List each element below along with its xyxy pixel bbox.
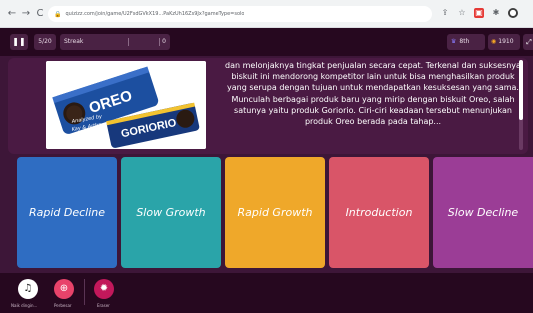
option-label: Slow Growth	[136, 206, 206, 219]
crown-icon: ♛	[451, 38, 457, 45]
address-bar[interactable]: 🔒 quizizz.com/join/game/U2FsdGVkX19...Pa…	[48, 6, 432, 22]
option-1[interactable]: Rapid Decline	[17, 157, 117, 268]
streak-bar: Streak 0	[60, 34, 170, 50]
fullscreen-button[interactable]: ⤢	[523, 34, 533, 50]
back-button[interactable]: ←	[6, 7, 18, 21]
option-2[interactable]: Slow Growth	[121, 157, 221, 268]
pause-button[interactable]: ❚❚	[10, 34, 28, 50]
option-3[interactable]: Rapid Growth	[225, 157, 325, 268]
music-label: Naik dingin...	[11, 303, 38, 308]
puzzle-icon[interactable]: ✱	[491, 8, 501, 18]
powerup-bar: ♫ Naik dingin... ⊕ Perbesar ✹ Eraser	[0, 273, 533, 313]
star-icon[interactable]: ☆	[457, 8, 467, 18]
question-image: OREO GORIORIO Analyzed by Kay & Artha	[46, 61, 206, 149]
reload-button[interactable]: C	[34, 7, 46, 21]
option-4[interactable]: Introduction	[329, 157, 429, 268]
streak-value: 0	[162, 38, 166, 45]
scroll-thumb[interactable]	[519, 60, 523, 120]
coin-icon: ◉	[491, 38, 497, 45]
powerup-divider	[84, 279, 85, 305]
question-panel: OREO GORIORIO Analyzed by Kay & Artha da…	[8, 58, 528, 154]
oreo-goriorio-image: OREO GORIORIO Analyzed by Kay & Artha	[46, 61, 206, 149]
score-value: 1910	[498, 38, 514, 45]
question-counter: 5/20	[34, 34, 56, 50]
quiz-app: ❚❚ 5/20 Streak 0 ♛ 8th ◉ 1910 ⤢ OREO GOR…	[0, 28, 533, 313]
option-label: Introduction	[345, 206, 413, 219]
browser-actions: ⇪ ☆ ▣ ✱ ●	[440, 8, 518, 18]
eraser-label: Eraser	[97, 303, 110, 308]
rank-value: 8th	[459, 38, 470, 45]
streak-progress	[128, 38, 160, 46]
forward-button[interactable]: →	[20, 7, 32, 21]
quiz-topbar: ❚❚ 5/20 Streak 0 ♛ 8th ◉ 1910 ⤢	[0, 28, 533, 56]
share-icon[interactable]: ⇪	[440, 8, 450, 18]
streak-label: Streak	[64, 38, 84, 45]
extension-icon[interactable]: ▣	[474, 8, 484, 18]
zoom-icon[interactable]: ⊕	[54, 279, 74, 299]
option-label: Rapid Decline	[28, 206, 106, 219]
lock-icon: 🔒	[54, 10, 62, 18]
url-text[interactable]: quizizz.com/join/game/U2FsdGVkX19...PaKz…	[65, 11, 244, 17]
music-icon[interactable]: ♫	[18, 279, 38, 299]
eraser-icon[interactable]: ✹	[94, 279, 114, 299]
option-label: Slow Decline	[447, 206, 519, 219]
rank-badge: ♛ 8th	[447, 34, 485, 50]
zoom-label: Perbesar	[54, 303, 72, 308]
profile-icon[interactable]: ●	[508, 8, 518, 18]
browser-toolbar: ← → C 🔒 quizizz.com/join/game/U2FsdGVkX1…	[0, 0, 533, 28]
question-text: dan melonjaknya tingkat penjualan secara…	[225, 61, 521, 127]
option-label: Rapid Growth	[237, 206, 313, 219]
question-scrollbar[interactable]	[519, 60, 523, 150]
option-5[interactable]: Slow Decline	[433, 157, 533, 268]
score-badge: ◉ 1910	[488, 34, 520, 50]
